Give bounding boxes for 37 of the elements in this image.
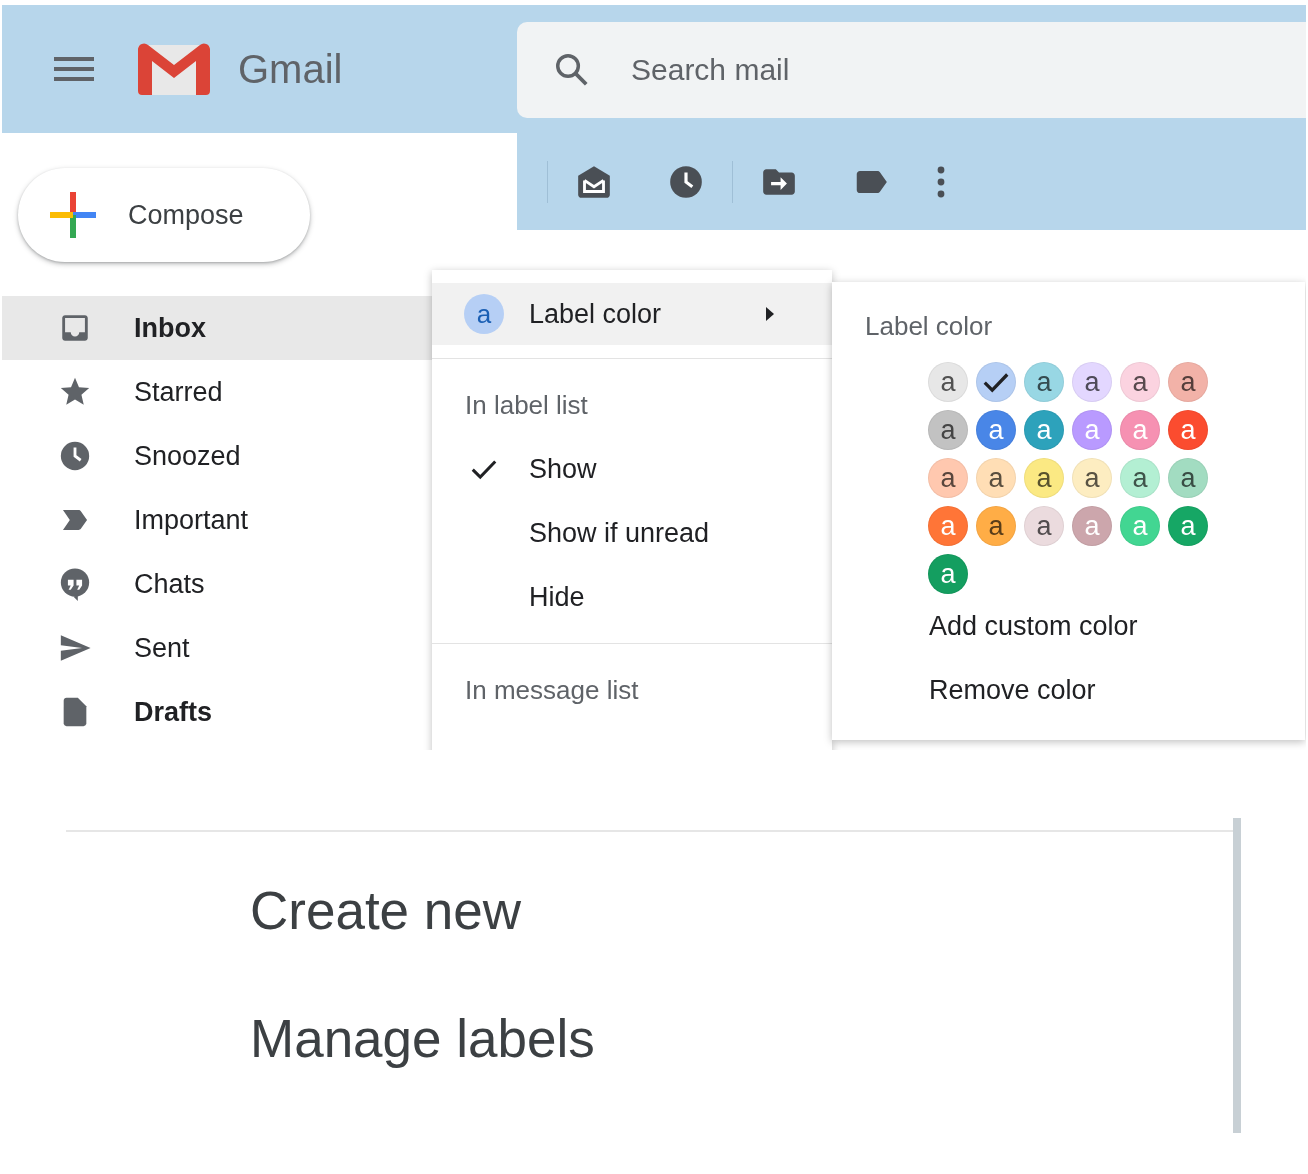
plus-icon [48, 190, 98, 240]
menu-option[interactable]: Create new [250, 846, 522, 974]
color-swatch[interactable]: a [976, 506, 1016, 546]
color-swatch[interactable]: a [928, 458, 968, 498]
submenu-item[interactable]: a Label color [432, 283, 832, 345]
color-swatch[interactable]: a [1024, 506, 1064, 546]
color-swatch[interactable]: a [1168, 410, 1208, 450]
color-swatch[interactable]: a [1072, 458, 1112, 498]
color-swatch[interactable]: a [928, 410, 968, 450]
color-swatch[interactable]: a [976, 458, 1016, 498]
color-swatch[interactable]: a [1120, 458, 1160, 498]
menu-option[interactable]: Manage labels [250, 974, 595, 1102]
label-swatch: a [464, 294, 504, 334]
color-swatch[interactable]: a [976, 410, 1016, 450]
color-swatch[interactable]: a [928, 554, 968, 594]
color-swatch[interactable]: a [1024, 362, 1064, 402]
clock-icon [58, 439, 92, 473]
menu-title: Label color [864, 310, 994, 343]
color-swatch[interactable]: a [1168, 458, 1208, 498]
color-swatch[interactable]: a [1120, 362, 1160, 402]
chat-bubble-icon [58, 567, 92, 601]
logo-icon[interactable] [136, 41, 212, 97]
app-name: Gmail [238, 46, 343, 92]
scroll-bar[interactable] [1233, 818, 1241, 1133]
caret-icon [764, 305, 776, 323]
menu-option[interactable]: Add custom color [832, 594, 1305, 658]
color-swatch[interactable]: a [1168, 362, 1208, 402]
section-heading: In label list [464, 389, 589, 422]
menu-icon[interactable] [54, 55, 94, 83]
search-field[interactable]: Search mail [517, 22, 1306, 118]
compose-button[interactable]: Compose [18, 168, 310, 262]
color-swatch[interactable]: a [1024, 458, 1064, 498]
color-swatch[interactable]: a [1072, 362, 1112, 402]
color-swatch[interactable]: a [928, 362, 968, 402]
menu-option[interactable]: Remove color [832, 658, 1305, 722]
more-icon[interactable] [937, 165, 945, 198]
color-swatch[interactable] [976, 362, 1016, 402]
